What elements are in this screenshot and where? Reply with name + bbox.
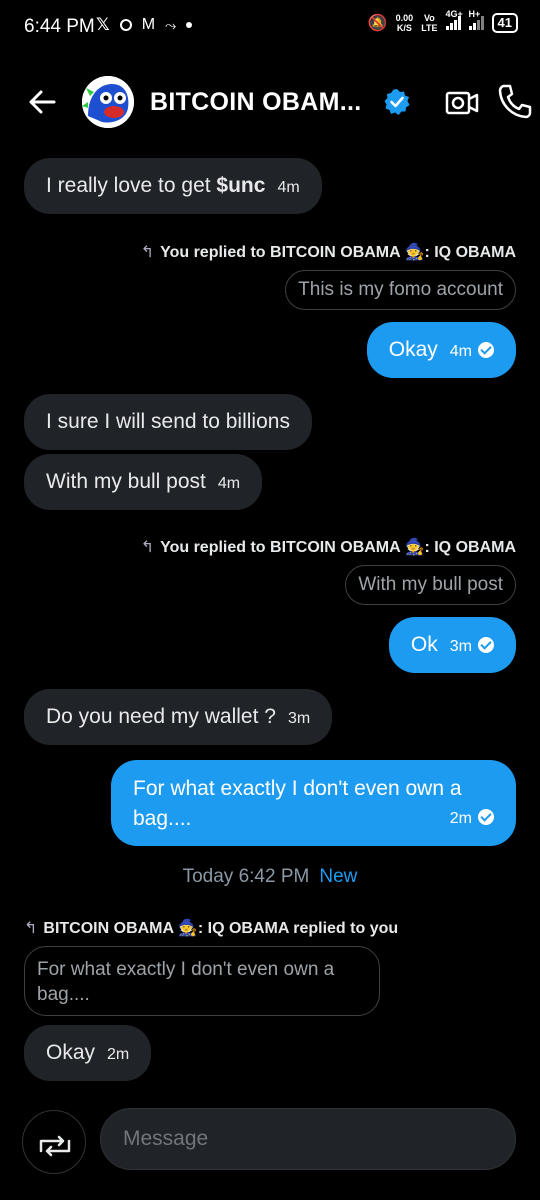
repost-icon [39, 1135, 71, 1157]
message-outgoing[interactable]: Okay 4m [366, 322, 516, 378]
message-time: 4m [217, 475, 241, 492]
message-incoming[interactable]: Do you need my wallet ? 3m [24, 689, 333, 745]
message-bold-text: $unc [216, 174, 266, 197]
message-time: 4m [277, 179, 300, 196]
message-time: 3m [449, 638, 472, 655]
quoted-message[interactable]: This is my fomo account [285, 270, 516, 310]
battery-indicator: 41 [491, 13, 518, 33]
reply-arrow-icon: ↰ [140, 539, 155, 556]
mute-icon: 🔕 [367, 15, 388, 32]
back-button[interactable] [24, 84, 60, 120]
message-outgoing[interactable]: For what exactly I don't even own a bag.… [111, 760, 516, 846]
message-time: 2m [107, 1046, 130, 1063]
read-check-icon [478, 637, 494, 653]
quoted-message[interactable]: For what exactly I don't even own a bag.… [24, 946, 380, 1016]
message-incoming[interactable]: Okay 2m [24, 1025, 152, 1081]
verified-badge-icon [383, 88, 411, 116]
read-check-icon [478, 809, 494, 825]
message-meta: 2m [450, 804, 494, 834]
video-call-button[interactable] [444, 86, 480, 120]
pepe-avatar-icon [82, 76, 134, 128]
repost-button[interactable] [22, 1110, 86, 1174]
date-divider: Today 6:42 PM New [0, 866, 540, 888]
dot-icon [186, 22, 193, 28]
volte-indicator: Vo LTE [421, 13, 438, 33]
arrow-left-icon [29, 90, 56, 114]
reply-context: ↰ You replied to BITCOIN OBAMA 🧙: IQ OBAM… [140, 539, 516, 556]
wizard-emoji-icon: 🧙 [177, 920, 198, 937]
reply-arrow-icon: ↰ [24, 920, 38, 937]
video-camera-icon [445, 91, 479, 115]
reply-context: ↰ You replied to BITCOIN OBAMA 🧙: IQ OBAM… [140, 244, 516, 261]
avatar[interactable] [82, 76, 134, 128]
message-input[interactable] [100, 1108, 516, 1170]
message-incoming[interactable]: I really love to get $unc 4m [24, 158, 322, 214]
circle-notification-icon [119, 19, 132, 31]
status-time: 6:44 PM [24, 16, 95, 37]
reply-arrow-icon: ↰ [140, 244, 155, 261]
contact-name[interactable]: BITCOIN OBAM... [150, 88, 361, 117]
notification-icons: 𝕏 M ⤳ [96, 15, 193, 35]
conversation-header: BITCOIN OBAM... [0, 68, 540, 138]
message-incoming[interactable]: With my bull post 4m [24, 454, 263, 510]
message-time: 4m [449, 343, 472, 360]
wizard-emoji-icon: 🧙 [404, 539, 425, 556]
wizard-emoji-icon: 🧙 [404, 244, 425, 261]
gmail-icon: M [141, 16, 156, 33]
message-time: 3m [287, 710, 311, 727]
signal-1: 4G+ [445, 9, 463, 30]
new-label: New [319, 866, 358, 887]
x-logo-icon: 𝕏 [96, 15, 110, 34]
read-check-icon [478, 342, 494, 358]
voice-call-button[interactable] [496, 82, 532, 120]
status-right: 🔕 0.00 K/S Vo LTE 4G+ H+ 41 [367, 9, 518, 33]
signal-wave-icon: ⤳ [165, 16, 177, 33]
reply-context: ↰ BITCOIN OBAMA 🧙: IQ OBAMA replied to yo… [24, 920, 399, 937]
phone-icon [498, 84, 532, 119]
quoted-message[interactable]: With my bull post [345, 565, 516, 605]
signal-2: H+ [468, 9, 484, 30]
net-speed: 0.00 K/S [395, 13, 414, 33]
message-time: 2m [449, 810, 472, 827]
message-incoming[interactable]: I sure I will send to billions [24, 394, 312, 450]
status-bar: 6:44 PM 𝕏 M ⤳ 🔕 0.00 K/S Vo LTE 4G+ H+ 4… [0, 0, 540, 56]
message-outgoing[interactable]: Ok 3m [388, 617, 516, 673]
composer [0, 1100, 540, 1180]
divider-date: Today 6:42 PM [182, 866, 310, 887]
